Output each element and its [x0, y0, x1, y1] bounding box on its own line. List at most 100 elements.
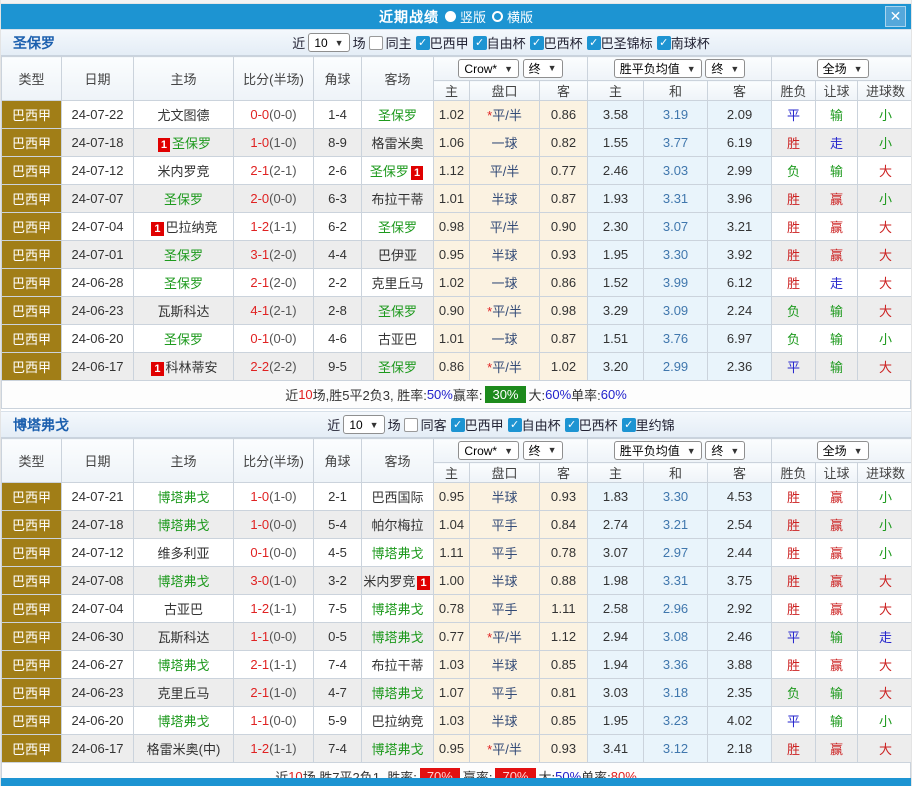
result-cell: 负: [772, 679, 816, 707]
close-icon[interactable]: ✕: [885, 6, 906, 27]
goals-result-cell: 大: [858, 679, 912, 707]
goals-result-cell: 大: [858, 297, 912, 325]
lose-odds-cell: 4.53: [708, 483, 772, 511]
team-label: 瓦斯科达: [157, 304, 209, 319]
league-filter: ✓巴西杯: [530, 33, 583, 52]
league-filter: ✓巴圣锦标: [587, 33, 653, 52]
fulltime-score: 0-1: [250, 331, 269, 346]
handicap-cell: *平/半: [470, 353, 540, 381]
odds-source-select[interactable]: Crow* ▼: [458, 441, 519, 460]
handicap-label: 平手: [491, 518, 517, 533]
league-checkbox-checked[interactable]: ✓: [587, 36, 601, 50]
away-odds-cell: 0.93: [540, 735, 588, 763]
goals-result-cell: 大: [858, 353, 912, 381]
fulltime-select[interactable]: 全场 ▼: [817, 59, 869, 78]
fulltime-score: 3-1: [250, 247, 269, 262]
col-header-corner: 角球: [314, 439, 362, 483]
fulltime-score: 1-2: [250, 741, 269, 756]
team-label: 克里丘马: [371, 276, 423, 291]
draw-odds-cell: 3.30: [644, 483, 708, 511]
sub-col-header-4: 和: [644, 463, 708, 483]
away-odds-cell: 0.86: [540, 269, 588, 297]
corners-cell: 9-5: [314, 353, 362, 381]
league-checkbox-checked[interactable]: ✓: [657, 36, 671, 50]
chevron-down-icon: ▼: [730, 64, 739, 74]
summary-segment: 60%: [601, 387, 627, 402]
wdl-average-select[interactable]: 胜平负均值 ▼: [614, 59, 702, 78]
handicap-cell: 半球: [470, 707, 540, 735]
match-count-select[interactable]: 10 ▼: [308, 33, 349, 52]
team-label: 格雷米奥(中): [147, 742, 221, 757]
draw-odds-cell: 3.31: [644, 185, 708, 213]
final-odds-select[interactable]: 终 ▼: [523, 441, 563, 460]
same-venue-checkbox[interactable]: [369, 36, 383, 50]
league-cell: 巴西甲: [2, 707, 62, 735]
draw-odds-cell: 3.99: [644, 269, 708, 297]
goals-result-cell: 小: [858, 101, 912, 129]
fulltime-score: 2-1: [250, 657, 269, 672]
recent-results-window: 近期战绩 竖版 横版 ✕ 圣保罗 近 10 ▼ 场 同主 ✓巴西甲✓自由杯✓巴西…: [0, 0, 912, 786]
score-cell: 2-1(2-1): [234, 157, 314, 185]
home-odds-cell: 0.86: [434, 353, 470, 381]
date-cell: 24-07-12: [62, 539, 134, 567]
league-checkbox-checked[interactable]: ✓: [473, 36, 487, 50]
score-cell: 0-1(0-0): [234, 325, 314, 353]
score-cell: 3-1(2-0): [234, 241, 314, 269]
score-cell: 1-0(0-0): [234, 511, 314, 539]
radio-vertical-layout[interactable]: 竖版: [445, 7, 486, 26]
goals-result-cell: 走: [858, 623, 912, 651]
handicap-label: 平/半: [490, 164, 520, 179]
result-cell: 胜: [772, 213, 816, 241]
fulltime-select[interactable]: 全场 ▼: [817, 441, 869, 460]
red-card-badge: 1: [417, 576, 429, 590]
home-team-cell: 圣保罗: [134, 241, 234, 269]
col-header-score: 比分(半场): [234, 57, 314, 101]
fulltime-score: 2-1: [250, 685, 269, 700]
score-cell: 2-1(1-0): [234, 679, 314, 707]
summary-segment: 场,胜5平2负3, 胜率:: [313, 385, 427, 404]
chevron-down-icon: ▼: [687, 64, 696, 74]
odds-source-select[interactable]: Crow* ▼: [458, 59, 519, 78]
away-odds-cell: 0.85: [540, 707, 588, 735]
team-label: 巴西国际: [371, 490, 423, 505]
radio-horizontal-layout[interactable]: 横版: [492, 7, 533, 26]
date-cell: 24-07-04: [62, 595, 134, 623]
league-filter: ✓自由杯: [508, 415, 561, 434]
league-checkbox-checked[interactable]: ✓: [508, 418, 522, 432]
wdl-average-select[interactable]: 胜平负均值 ▼: [614, 441, 702, 460]
halftime-score: (0-0): [269, 545, 296, 560]
date-cell: 24-07-18: [62, 129, 134, 157]
team-label: 维多利亚: [157, 546, 209, 561]
fulltime-score: 1-0: [250, 135, 269, 150]
match-count-select[interactable]: 10 ▼: [343, 415, 384, 434]
match-row: 巴西甲 24-07-07 圣保罗 2-0(0-0) 6-3 布拉干蒂 1.01 …: [2, 185, 912, 213]
draw-odds-cell: 3.31: [644, 567, 708, 595]
section-header: 圣保罗 近 10 ▼ 场 同主 ✓巴西甲✓自由杯✓巴西杯✓巴圣锦标✓南球杯: [1, 29, 911, 56]
league-checkbox-checked[interactable]: ✓: [416, 36, 430, 50]
handicap-label: 平/半: [490, 220, 520, 235]
goals-result-cell: 小: [858, 483, 912, 511]
summary-row: 近10场,胜5平2负3, 胜率:50% 赢率:30% 大:60% 单率:60%: [1, 381, 911, 409]
chevron-down-icon: ▼: [548, 445, 557, 455]
league-checkbox-checked[interactable]: ✓: [530, 36, 544, 50]
final-odds-select-2[interactable]: 终 ▼: [705, 59, 745, 78]
handicap-cell: 平/半: [470, 157, 540, 185]
team-label: 博塔弗戈: [157, 574, 209, 589]
chevron-down-icon: ▼: [548, 63, 557, 73]
goals-result-cell: 大: [858, 157, 912, 185]
league-checkbox-checked[interactable]: ✓: [622, 418, 636, 432]
final-odds-select-2[interactable]: 终 ▼: [705, 441, 745, 460]
league-checkbox-checked[interactable]: ✓: [451, 418, 465, 432]
handicap-result-cell: 输: [816, 297, 858, 325]
result-cell: 胜: [772, 567, 816, 595]
away-team-cell: 博塔弗戈: [362, 679, 434, 707]
handicap-label: 平/半: [492, 630, 522, 645]
league-filter-label: 巴西甲: [465, 415, 504, 434]
handicap-cell: *平/半: [470, 735, 540, 763]
date-cell: 24-07-21: [62, 483, 134, 511]
fulltime-group-header: 全场 ▼: [772, 57, 912, 81]
final-odds-select[interactable]: 终 ▼: [523, 59, 563, 78]
same-venue-checkbox[interactable]: [404, 418, 418, 432]
league-checkbox-checked[interactable]: ✓: [565, 418, 579, 432]
result-cell: 平: [772, 353, 816, 381]
